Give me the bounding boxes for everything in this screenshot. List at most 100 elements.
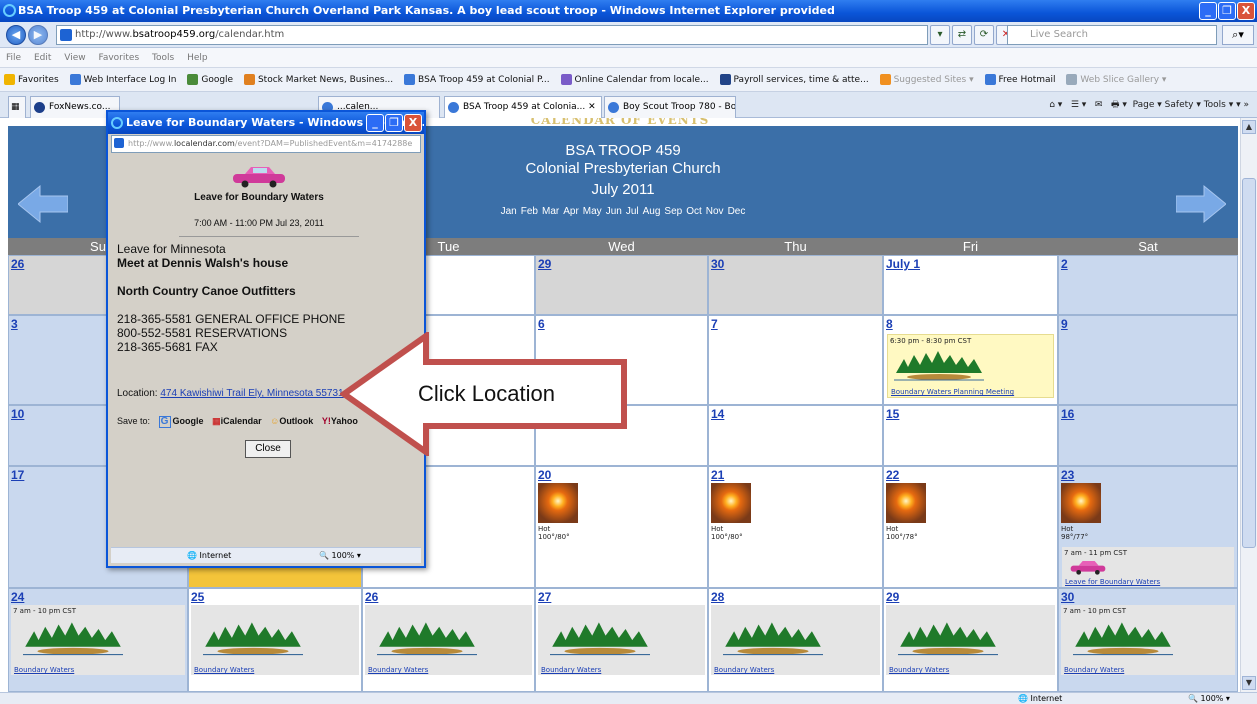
day-number-link[interactable]: 15 (886, 407, 899, 421)
day-number-link[interactable]: 16 (1061, 407, 1074, 421)
day-number-link[interactable]: 10 (11, 407, 24, 421)
popup-maximize-button[interactable]: ❐ (385, 114, 403, 132)
day-number-link[interactable]: 26 (365, 590, 378, 604)
event-boundary-waters[interactable]: Boundary Waters (711, 605, 880, 675)
month-link-feb[interactable]: Feb (521, 206, 538, 217)
favorite-link[interactable]: Online Calendar from locale... (560, 68, 709, 91)
month-link-apr[interactable]: Apr (563, 206, 579, 217)
calendar-day-cell[interactable]: 30 (708, 255, 883, 315)
event-boundary-waters[interactable]: Boundary Waters (365, 605, 532, 675)
dropdown-icon[interactable]: ▾ (930, 25, 950, 45)
event-boundary-waters[interactable]: 7 am - 10 pm CST Boundary Waters (11, 605, 185, 675)
day-number-link[interactable]: 29 (886, 590, 899, 604)
event-link[interactable]: Boundary Waters (714, 666, 774, 674)
calendar-day-cell[interactable]: 25 Boundary Waters (188, 588, 362, 692)
calendar-day-cell[interactable]: 23 Hot 98°/77° 7 am - 11 pm CST Leave for Bo… (1058, 466, 1238, 588)
calendar-day-cell[interactable]: 30 7 am - 10 pm CST Boundary Waters (1058, 588, 1238, 692)
command-bar[interactable]: ⌂ ▾ ☰ ▾ ✉ 🖶 ▾ Page ▾ Safety ▾ Tools ▾ ▾ … (1049, 96, 1249, 114)
day-number-link[interactable]: 24 (11, 590, 24, 604)
menu-tools[interactable]: Tools (152, 53, 174, 63)
zoom-level[interactable]: 🔍 100% ▾ (1188, 693, 1230, 704)
event-link[interactable]: Boundary Waters (889, 666, 949, 674)
calendar-day-cell[interactable]: 27 Boundary Waters (535, 588, 708, 692)
day-number-link[interactable]: 25 (191, 590, 204, 604)
event-link[interactable]: Boundary Waters (368, 666, 428, 674)
month-link-dec[interactable]: Dec (728, 206, 746, 217)
calendar-day-cell[interactable]: 15 (883, 405, 1058, 466)
month-link-oct[interactable]: Oct (686, 206, 702, 217)
calendar-day-cell[interactable]: 9 (1058, 315, 1238, 405)
month-link-aug[interactable]: Aug (643, 206, 661, 217)
day-number-link[interactable]: 21 (711, 468, 724, 482)
scroll-down-icon[interactable]: ▼ (1242, 676, 1256, 690)
menu-favorites[interactable]: Favorites (98, 53, 139, 63)
day-number-link[interactable]: 7 (711, 317, 718, 331)
calendar-day-cell[interactable]: July 1 (883, 255, 1058, 315)
month-link-jul[interactable]: Jul (626, 206, 639, 217)
scroll-up-icon[interactable]: ▲ (1242, 120, 1256, 134)
calendar-day-cell[interactable]: 8 6:30 pm - 8:30 pm CST Boundary Waters Pl… (883, 315, 1058, 405)
day-number-link[interactable]: 3 (11, 317, 18, 331)
calendar-day-cell[interactable]: 20 Hot 100°/80° (535, 466, 708, 588)
popup-close-button[interactable]: X (404, 114, 422, 132)
save-outlook-button[interactable]: ☺Outlook (270, 416, 313, 426)
calendar-day-cell[interactable]: 2 (1058, 255, 1238, 315)
month-link-jun[interactable]: Jun (606, 206, 622, 217)
tab-bsa-troop-459[interactable]: BSA Troop 459 at Colonia... ✕ (444, 96, 602, 118)
menu-view[interactable]: View (64, 53, 85, 63)
forward-button[interactable]: ▶ (28, 25, 48, 45)
prev-month-arrow-icon[interactable] (18, 184, 68, 224)
next-month-arrow-icon[interactable] (1176, 184, 1226, 224)
day-number-link[interactable]: 30 (711, 257, 724, 271)
event-boundary-waters[interactable]: 7 am - 10 pm CST Boundary Waters (1061, 605, 1235, 675)
tab-troop-780[interactable]: Boy Scout Troop 780 - Boy S... (604, 96, 736, 118)
favorite-link[interactable]: Web Interface Log In (69, 68, 176, 91)
calendar-day-cell[interactable]: 21 Hot 100°/80° (708, 466, 883, 588)
month-link-may[interactable]: May (583, 206, 602, 217)
location-link[interactable]: 474 Kawishiwi Trail Ely, Minnesota 55731 (160, 388, 343, 399)
day-number-link[interactable]: 17 (11, 468, 24, 482)
event-boundary-waters[interactable]: Boundary Waters (886, 605, 1055, 675)
event-boundary-waters[interactable]: Boundary Waters (538, 605, 705, 675)
compat-icon[interactable]: ⇄ (952, 25, 972, 45)
menu-help[interactable]: Help (187, 53, 208, 63)
day-number-link[interactable]: 28 (711, 590, 724, 604)
search-icon[interactable]: ⌕▾ (1222, 25, 1254, 45)
day-number-link[interactable]: 14 (711, 407, 724, 421)
popup-address-bar[interactable]: http://www.localendar.com/event?DAM=Publ… (111, 135, 421, 153)
event-link[interactable]: Boundary Waters (541, 666, 601, 674)
calendar-day-cell[interactable]: 16 (1058, 405, 1238, 466)
day-number-link[interactable]: July 1 (886, 257, 920, 271)
month-link-nov[interactable]: Nov (706, 206, 724, 217)
quick-tabs-button[interactable]: ▦ (8, 96, 26, 118)
calendar-day-cell[interactable]: 14 (708, 405, 883, 466)
event-link[interactable]: Boundary Waters Planning Meeting (891, 388, 1014, 396)
menu-edit[interactable]: Edit (34, 53, 51, 63)
search-input[interactable]: Live Search (1007, 25, 1217, 45)
month-link-jan[interactable]: Jan (501, 206, 517, 217)
event-boundary-waters[interactable]: Boundary Waters (191, 605, 359, 675)
popup-minimize-button[interactable]: _ (366, 114, 384, 132)
scroll-thumb[interactable] (1242, 178, 1256, 548)
favorite-link[interactable]: BSA Troop 459 at Colonial P... (404, 68, 550, 91)
favorite-link[interactable]: Free Hotmail (984, 68, 1056, 91)
favorite-link[interactable]: Google (187, 68, 233, 91)
event-link[interactable]: Leave for Boundary Waters (1065, 578, 1160, 586)
event-link[interactable]: Boundary Waters (194, 666, 254, 674)
calendar-day-cell[interactable]: 29 (535, 255, 708, 315)
day-number-link[interactable]: 22 (886, 468, 899, 482)
month-link-mar[interactable]: Mar (542, 206, 559, 217)
suggested-sites[interactable]: Suggested Sites ▾ (879, 68, 974, 91)
calendar-day-cell[interactable]: 26 Boundary Waters (362, 588, 535, 692)
calendar-day-cell[interactable]: 22 Hot 100°/78° (883, 466, 1058, 588)
day-number-link[interactable]: 30 (1061, 590, 1074, 604)
calendar-day-cell[interactable]: 7 (708, 315, 883, 405)
day-number-link[interactable]: 8 (886, 317, 893, 331)
favorite-link[interactable]: Payroll services, time & atte... (719, 68, 869, 91)
back-button[interactable]: ◀ (6, 25, 26, 45)
close-button[interactable]: Close (245, 440, 291, 458)
day-number-link[interactable]: 27 (538, 590, 551, 604)
day-number-link[interactable]: 23 (1061, 468, 1074, 482)
event-link[interactable]: Boundary Waters (14, 666, 74, 674)
event-link[interactable]: Boundary Waters (1064, 666, 1124, 674)
